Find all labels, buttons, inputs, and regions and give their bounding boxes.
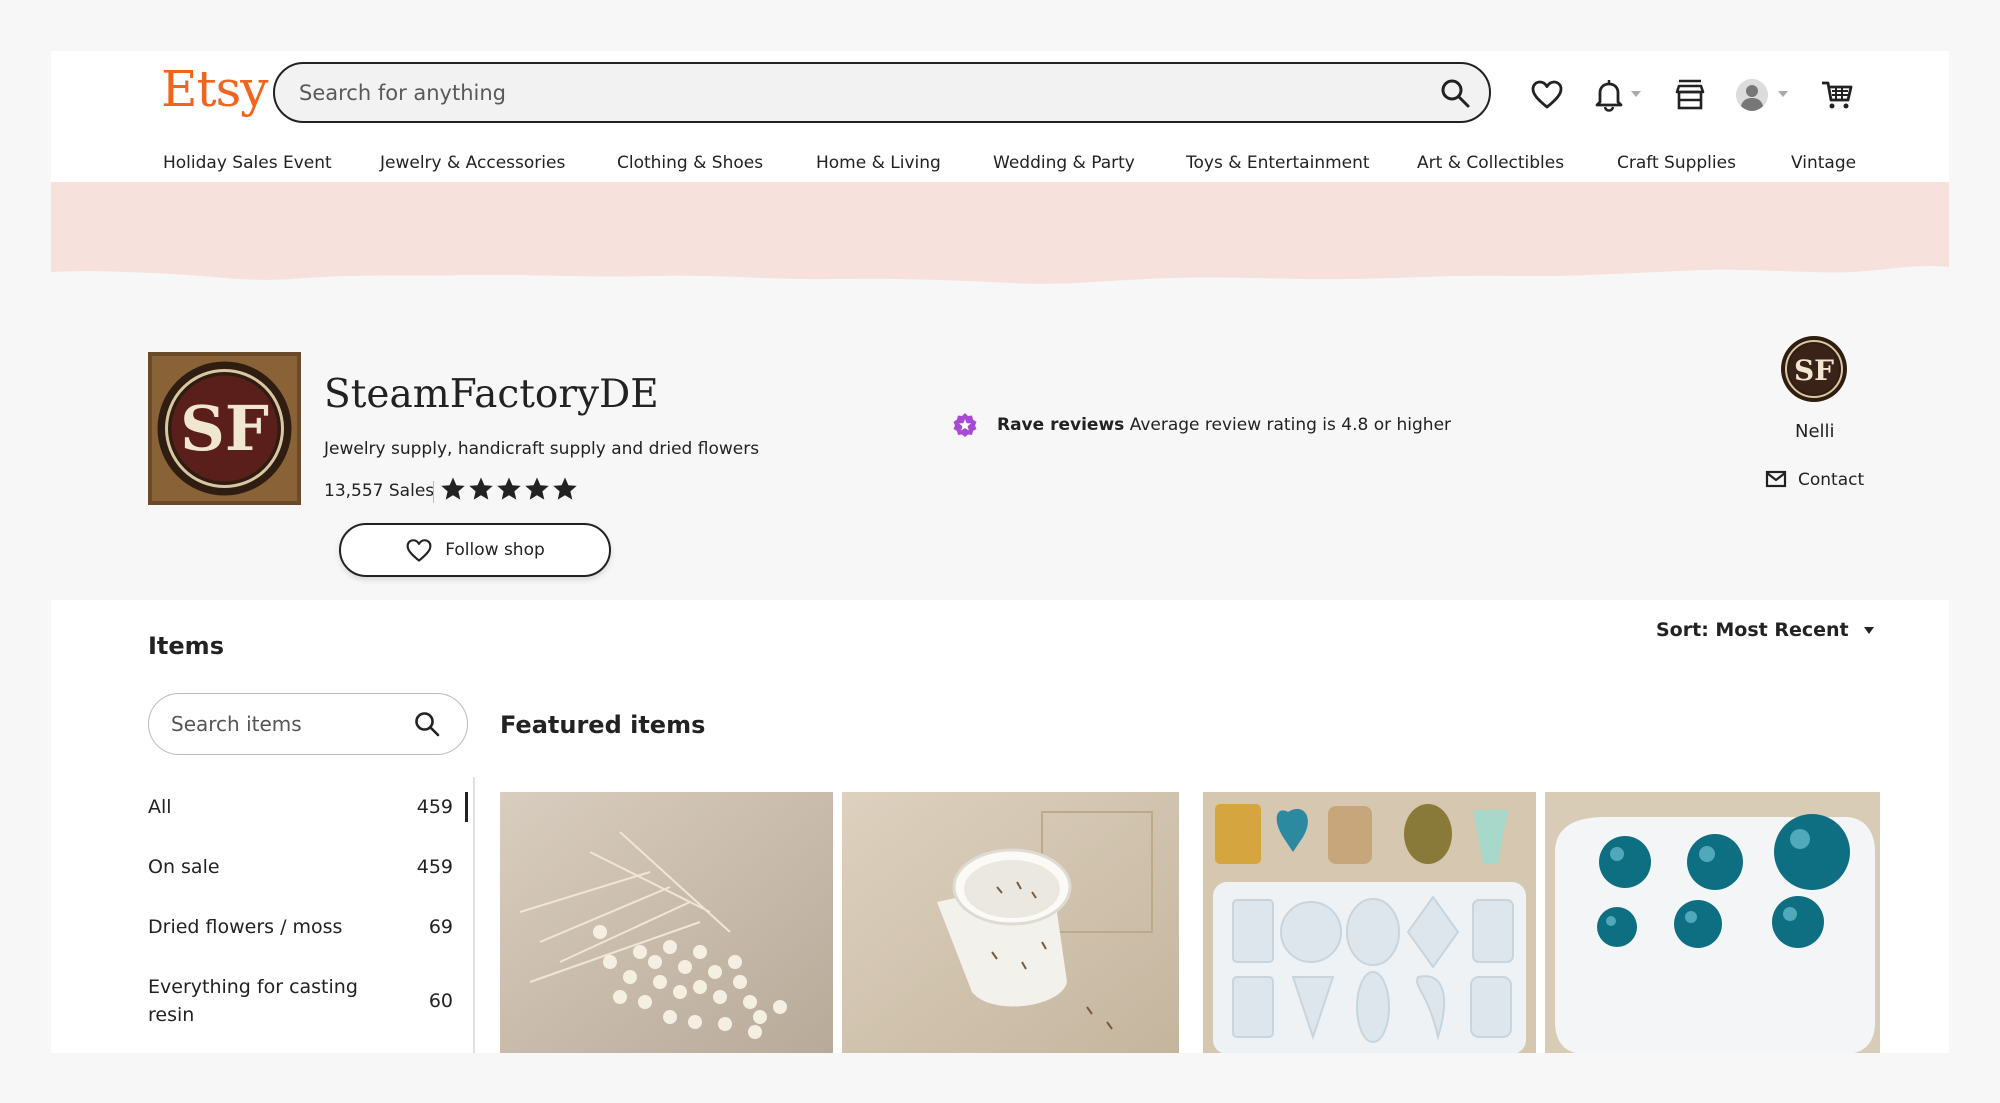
nav-wedding-party[interactable]: Wedding & Party	[993, 153, 1135, 173]
product-image	[1545, 792, 1880, 1053]
shop-name: SteamFactoryDE	[324, 372, 659, 417]
chevron-down-icon[interactable]	[1776, 89, 1790, 99]
global-search-bar[interactable]	[273, 62, 1491, 123]
cart-icon[interactable]	[1820, 78, 1854, 112]
category-count: 459	[416, 856, 453, 878]
nav-clothing-shoes[interactable]: Clothing & Shoes	[617, 153, 763, 173]
star-icon	[497, 477, 521, 500]
items-search-input[interactable]	[171, 694, 411, 753]
product-image	[1203, 792, 1536, 1053]
contact-link[interactable]: Contact	[1765, 470, 1864, 490]
rave-reviews-badge-icon	[953, 413, 977, 437]
star-icon	[553, 477, 577, 500]
shop-tagline: Jewelry supply, handicraft supply and dr…	[324, 439, 760, 459]
product-image	[500, 792, 833, 1053]
shop-logo-lettering: SF	[180, 392, 269, 465]
star-icon	[469, 477, 493, 500]
category-label: On sale	[148, 856, 220, 878]
follow-shop-button[interactable]: Follow shop	[339, 523, 611, 577]
nav-craft-supplies[interactable]: Craft Supplies	[1617, 153, 1736, 173]
featured-item-sphere-mold[interactable]	[1545, 792, 1880, 1053]
category-list: All 459 On sale 459 Dried flowers / moss…	[148, 777, 475, 1053]
featured-item-pendant-mold[interactable]	[1203, 792, 1536, 1053]
star-icon	[441, 477, 465, 500]
category-count: 69	[428, 916, 453, 938]
items-search-bar[interactable]	[148, 693, 468, 755]
nav-holiday-sales[interactable]: Holiday Sales Event	[163, 153, 332, 173]
shop-sales-count[interactable]: 13,557 Sales	[324, 481, 434, 501]
owner-avatar-lettering: SF	[1794, 354, 1834, 387]
etsy-logo[interactable]: Etsy	[161, 60, 268, 118]
follow-shop-label: Follow shop	[445, 540, 545, 560]
notifications-bell-icon[interactable]	[1592, 78, 1626, 112]
rave-reviews-title: Rave reviews	[997, 415, 1125, 435]
items-heading: Items	[148, 632, 224, 660]
category-item-casting-resin[interactable]: Everything for casting resin 60	[148, 973, 453, 1029]
category-item-on-sale[interactable]: On sale 459	[148, 853, 453, 881]
category-count: 459	[416, 796, 453, 818]
category-active-indicator	[465, 792, 468, 822]
category-nav: Holiday Sales Event Jewelry & Accessorie…	[51, 143, 1949, 183]
search-icon[interactable]	[413, 710, 441, 738]
shop-logo-image: SF	[148, 352, 301, 505]
category-item-dried-flowers[interactable]: Dried flowers / moss 69	[148, 913, 453, 941]
sort-dropdown[interactable]: Sort: Most Recent	[1656, 619, 1875, 641]
favorites-heart-icon[interactable]	[1530, 78, 1564, 112]
category-item-all[interactable]: All 459	[148, 793, 453, 821]
featured-items-heading: Featured items	[500, 711, 706, 739]
chevron-down-icon[interactable]	[1629, 89, 1643, 99]
nav-art-collectibles[interactable]: Art & Collectibles	[1417, 153, 1564, 173]
shop-rating-stars[interactable]	[440, 476, 578, 506]
banner-torn-paper	[51, 182, 1949, 284]
user-avatar-icon[interactable]	[1735, 78, 1769, 112]
star-icon	[525, 477, 549, 500]
mail-icon	[1765, 470, 1787, 488]
nav-vintage[interactable]: Vintage	[1791, 153, 1856, 173]
category-label: Everything for casting resin	[148, 976, 358, 1026]
nav-toys-entertainment[interactable]: Toys & Entertainment	[1186, 153, 1370, 173]
rave-reviews-description: Average review rating is 4.8 or higher	[1129, 415, 1452, 435]
nav-home-living[interactable]: Home & Living	[816, 153, 941, 173]
contact-label: Contact	[1798, 470, 1865, 490]
browser-viewport: Etsy Holi	[51, 51, 1949, 1053]
caret-down-icon	[1863, 626, 1874, 634]
product-image	[842, 792, 1179, 1053]
owner-avatar[interactable]: SF	[1780, 335, 1848, 403]
shop-manager-icon[interactable]	[1673, 78, 1707, 112]
category-label: Dried flowers / moss	[148, 916, 343, 938]
global-search-input[interactable]	[299, 64, 1379, 121]
sales-divider	[433, 481, 434, 503]
nav-jewelry-accessories[interactable]: Jewelry & Accessories	[380, 153, 565, 173]
sort-label: Sort: Most Recent	[1656, 619, 1849, 641]
featured-item-dried-flowers[interactable]	[500, 792, 833, 1053]
search-icon[interactable]	[1439, 77, 1471, 109]
category-label: All	[148, 796, 172, 818]
heart-icon	[406, 539, 432, 562]
rave-reviews-text: Rave reviews Average review rating is 4.…	[997, 415, 1451, 435]
owner-name[interactable]: Nelli	[1795, 421, 1835, 442]
category-count: 60	[428, 990, 453, 1012]
featured-item-mixing-cup[interactable]	[842, 792, 1179, 1053]
